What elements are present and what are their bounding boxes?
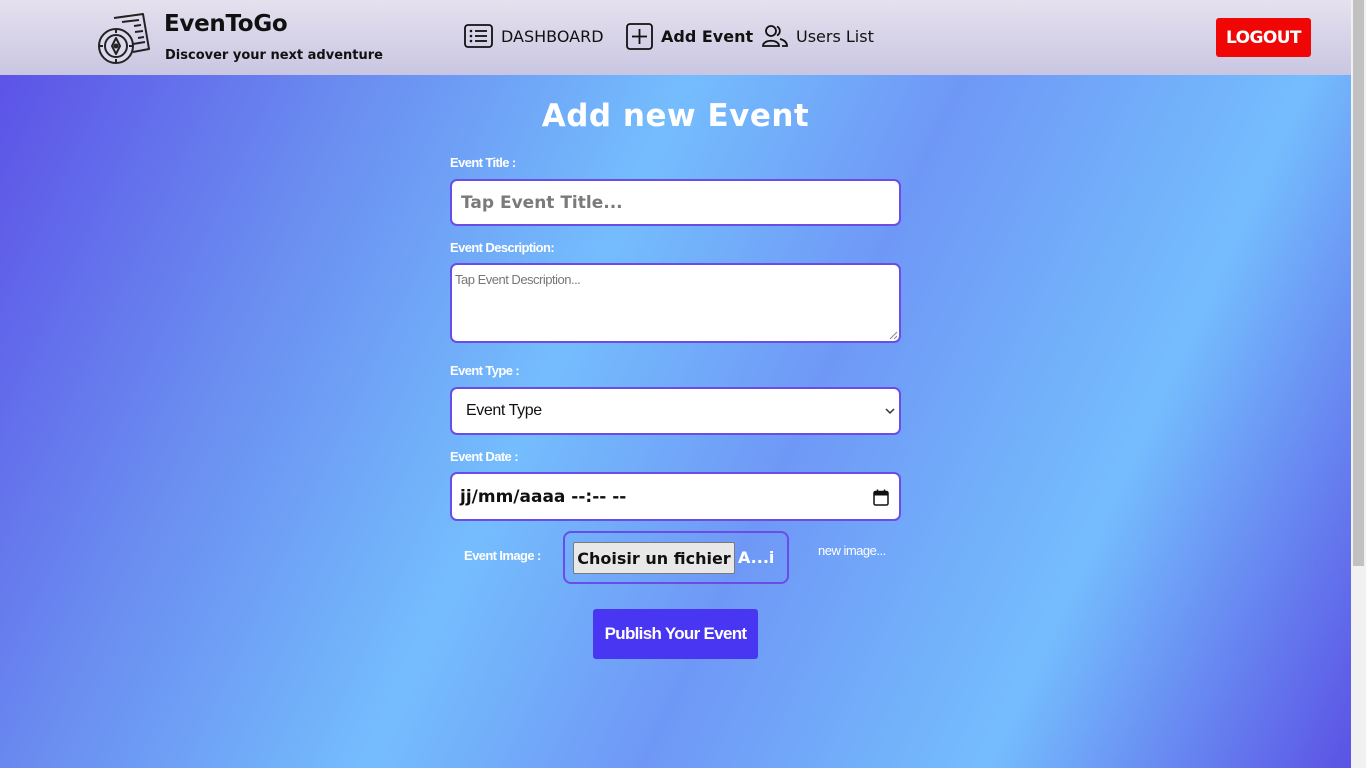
scrollbar-thumb[interactable] <box>1353 0 1364 566</box>
choose-file-button[interactable]: Choisir un fichier <box>573 542 735 574</box>
event-description-placeholder: Tap Event Description... <box>455 272 581 287</box>
event-title-input[interactable]: Tap Event Title... <box>450 179 901 226</box>
nav-dashboard-label: DASHBOARD <box>501 26 604 46</box>
top-navbar: EvenToGo Discover your next adventure DA… <box>0 0 1351 75</box>
selected-file-name: A...i <box>738 548 775 567</box>
event-description-textarea[interactable]: Tap Event Description... <box>450 263 901 343</box>
calendar-icon[interactable] <box>873 489 889 506</box>
nav-add-event-label: Add Event <box>661 26 754 46</box>
nav-dashboard[interactable]: DASHBOARD <box>464 22 604 50</box>
event-description-label: Event Description: <box>450 240 555 255</box>
event-title-label: Event Title : <box>450 155 516 170</box>
event-title-placeholder: Tap Event Title... <box>461 193 623 213</box>
publish-event-button[interactable]: Publish Your Event <box>593 609 758 659</box>
nav-users-list-label: Users List <box>796 26 874 46</box>
event-date-input[interactable]: jj/mm/aaaa --:-- -- <box>450 472 901 521</box>
app-root: EvenToGo Discover your next adventure DA… <box>0 0 1351 768</box>
compass-map-logo-icon <box>98 13 150 64</box>
chevron-down-icon <box>885 408 895 415</box>
brand-name: EvenToGo <box>164 11 288 37</box>
users-icon <box>762 25 788 47</box>
event-date-label: Event Date : <box>450 449 519 464</box>
event-type-selected: Event Type <box>466 402 542 419</box>
plus-square-icon <box>626 22 653 50</box>
resize-grip-icon[interactable] <box>889 331 898 340</box>
nav-users-list[interactable]: Users List <box>762 22 874 50</box>
logout-button[interactable]: LOGOUT <box>1216 18 1311 57</box>
page-title: Add new Event <box>541 98 810 134</box>
brand-tagline: Discover your next adventure <box>165 48 383 63</box>
event-type-select[interactable]: Event Type <box>450 387 901 435</box>
new-image-preview-text: new image... <box>818 543 886 558</box>
event-image-label: Event Image : <box>464 548 541 563</box>
event-type-label: Event Type : <box>450 363 520 378</box>
event-image-file-input[interactable]: Choisir un fichier A...i <box>563 531 789 584</box>
nav-add-event[interactable]: Add Event <box>626 22 753 50</box>
event-date-value: jj/mm/aaaa --:-- -- <box>460 487 627 507</box>
list-icon <box>464 24 493 48</box>
